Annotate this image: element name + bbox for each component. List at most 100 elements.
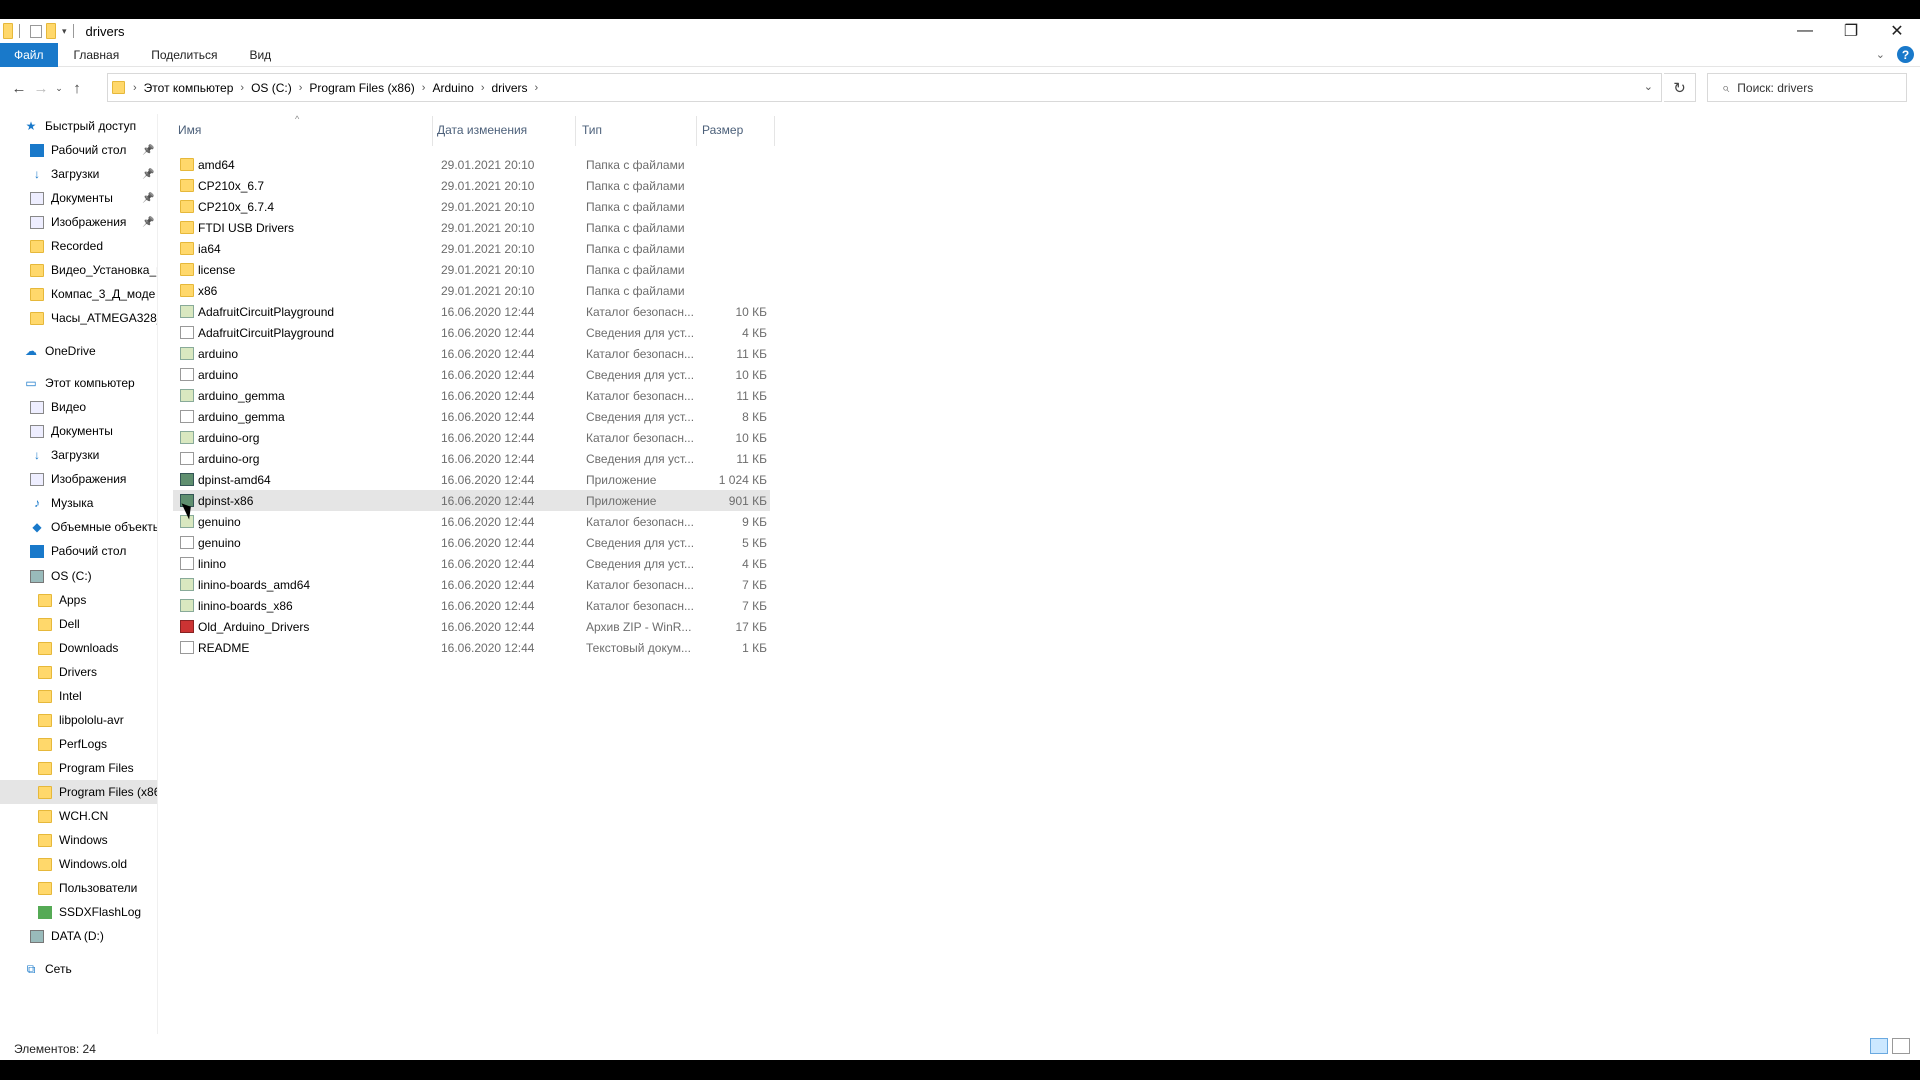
pane-divider[interactable] <box>157 114 158 1034</box>
recent-locations-button[interactable]: ⌄ <box>52 76 66 100</box>
file-row[interactable]: license 29.01.2021 20:10 Папка с файлами <box>173 259 770 280</box>
forward-button[interactable]: → <box>30 76 52 100</box>
nav-item[interactable]: Пользователи <box>0 876 157 900</box>
nav-item[interactable]: ♪ Музыка <box>0 491 157 515</box>
file-row[interactable]: linino-boards_amd64 16.06.2020 12:44 Катал… <box>173 574 770 595</box>
file-row[interactable]: README 16.06.2020 12:44 Текстовый докум...… <box>173 637 770 658</box>
chevron-right-icon[interactable]: › <box>297 82 305 94</box>
nav-item[interactable]: libpololu-avr <box>0 708 157 732</box>
details-view-icon[interactable] <box>1870 1038 1888 1054</box>
column-divider[interactable] <box>774 116 775 146</box>
close-button[interactable]: ✕ <box>1874 19 1920 43</box>
breadcrumb-os-c[interactable]: OS (C:) <box>246 81 297 95</box>
nav-item[interactable]: Рабочий стол 📌 <box>0 138 157 162</box>
file-row[interactable]: arduino-org 16.06.2020 12:44 Сведения для … <box>173 448 770 469</box>
breadcrumb-drivers[interactable]: drivers <box>487 81 533 95</box>
file-row[interactable]: x86 29.01.2021 20:10 Папка с файлами <box>173 280 770 301</box>
tab-file[interactable]: Файл <box>0 42 58 67</box>
nav-item[interactable]: OS (C:) <box>0 564 157 588</box>
breadcrumb-this-pc[interactable]: Этот компьютер <box>139 81 239 95</box>
nav-item[interactable]: Документы <box>0 419 157 443</box>
tab-view[interactable]: Вид <box>233 43 287 67</box>
nav-item[interactable]: ☁ OneDrive <box>0 339 157 363</box>
file-row[interactable]: AdafruitCircuitPlayground 16.06.2020 12:4… <box>173 301 770 322</box>
chevron-right-icon[interactable]: › <box>479 82 487 94</box>
nav-item[interactable]: DATA (D:) <box>0 924 157 948</box>
nav-item[interactable]: Windows <box>0 828 157 852</box>
file-row[interactable]: genuino 16.06.2020 12:44 Сведения для уст.… <box>173 532 770 553</box>
nav-item[interactable]: ↓ Загрузки <box>0 443 157 467</box>
nav-item[interactable]: PerfLogs <box>0 732 157 756</box>
file-row[interactable]: AdafruitCircuitPlayground 16.06.2020 12:4… <box>173 322 770 343</box>
expand-ribbon-icon[interactable]: ⌄ <box>1876 48 1885 61</box>
chevron-right-icon[interactable]: › <box>131 82 139 94</box>
column-header-name[interactable]: Имя <box>178 114 428 146</box>
nav-item[interactable]: ★ Быстрый доступ <box>0 114 157 138</box>
nav-item[interactable]: ↓ Загрузки 📌 <box>0 162 157 186</box>
nav-item[interactable]: Intel <box>0 684 157 708</box>
nav-item[interactable]: Изображения <box>0 467 157 491</box>
file-row[interactable]: amd64 29.01.2021 20:10 Папка с файлами <box>173 154 770 175</box>
file-row[interactable]: arduino-org 16.06.2020 12:44 Каталог безоп… <box>173 427 770 448</box>
nav-item[interactable]: Часы_ATMEGA328_ <box>0 306 157 330</box>
nav-item[interactable]: Downloads <box>0 636 157 660</box>
nav-item[interactable]: Видео <box>0 395 157 419</box>
column-divider[interactable] <box>575 116 576 146</box>
minimize-button[interactable]: — <box>1782 19 1828 43</box>
search-input[interactable] <box>1737 80 1888 95</box>
breadcrumb-arduino[interactable]: Arduino <box>427 81 478 95</box>
nav-item[interactable]: Видео_Установка_r <box>0 258 157 282</box>
nav-item[interactable]: Program Files (x86 <box>0 780 157 804</box>
chevron-right-icon[interactable]: › <box>533 82 541 94</box>
chevron-right-icon[interactable]: › <box>420 82 428 94</box>
nav-item[interactable]: Apps <box>0 588 157 612</box>
nav-item[interactable]: Изображения 📌 <box>0 210 157 234</box>
column-divider[interactable] <box>696 116 697 146</box>
new-folder-icon[interactable] <box>46 23 56 39</box>
nav-item[interactable]: Program Files <box>0 756 157 780</box>
file-row[interactable]: genuino 16.06.2020 12:44 Каталог безопасн.… <box>173 511 770 532</box>
help-icon[interactable]: ? <box>1897 46 1914 63</box>
file-row[interactable]: arduino_gemma 16.06.2020 12:44 Каталог без… <box>173 385 770 406</box>
column-header-type[interactable]: Тип <box>582 114 692 146</box>
nav-item[interactable]: WCH.CN <box>0 804 157 828</box>
nav-item[interactable]: ▭ Этот компьютер <box>0 371 157 395</box>
nav-item[interactable]: Рабочий стол <box>0 539 157 563</box>
file-row[interactable]: arduino 16.06.2020 12:44 Сведения для уст.… <box>173 364 770 385</box>
search-box[interactable]: ⌕ <box>1707 73 1907 102</box>
file-row[interactable]: arduino_gemma 16.06.2020 12:44 Сведения дл… <box>173 406 770 427</box>
file-row[interactable]: ia64 29.01.2021 20:10 Папка с файлами <box>173 238 770 259</box>
file-row[interactable]: arduino 16.06.2020 12:44 Каталог безопасн.… <box>173 343 770 364</box>
file-row[interactable]: CP210x_6.7.4 29.01.2021 20:10 Папка с файл… <box>173 196 770 217</box>
nav-item[interactable]: ⧉ Сеть <box>0 957 157 981</box>
file-row[interactable]: linino-boards_x86 16.06.2020 12:44 Каталог… <box>173 595 770 616</box>
column-divider[interactable] <box>432 116 433 146</box>
nav-item[interactable]: Dell <box>0 612 157 636</box>
file-row[interactable]: linino 16.06.2020 12:44 Сведения для уст..… <box>173 553 770 574</box>
properties-icon[interactable] <box>30 24 42 38</box>
nav-item[interactable]: Drivers <box>0 660 157 684</box>
nav-item[interactable]: SSDXFlashLog <box>0 900 157 924</box>
file-row[interactable]: dpinst-amd64 16.06.2020 12:44 Приложение 1 … <box>173 469 770 490</box>
nav-item[interactable]: Recorded <box>0 234 157 258</box>
tab-share[interactable]: Поделиться <box>135 43 233 67</box>
up-button[interactable]: ↑ <box>66 76 88 100</box>
nav-item[interactable]: Документы 📌 <box>0 186 157 210</box>
chevron-down-icon[interactable]: ⌄ <box>1644 80 1653 93</box>
customize-toolbar-icon[interactable]: ▾ <box>62 26 67 37</box>
large-icons-view-icon[interactable] <box>1892 1038 1910 1054</box>
refresh-button[interactable]: ↻ <box>1664 73 1696 102</box>
nav-item[interactable]: Windows.old <box>0 852 157 876</box>
back-button[interactable]: ← <box>8 76 30 100</box>
file-row[interactable]: CP210x_6.7 29.01.2021 20:10 Папка с файлам… <box>173 175 770 196</box>
file-row[interactable]: dpinst-x86 16.06.2020 12:44 Приложение 901 … <box>173 490 770 511</box>
nav-item[interactable]: ◆ Объемные объекты <box>0 515 157 539</box>
restore-button[interactable]: ❐ <box>1828 19 1874 43</box>
chevron-right-icon[interactable]: › <box>238 82 246 94</box>
address-bar[interactable]: › Этот компьютер › OS (C:) › Program Fil… <box>107 73 1662 102</box>
column-header-date[interactable]: Дата изменения <box>437 114 577 146</box>
file-row[interactable]: FTDI USB Drivers 29.01.2021 20:10 Папка с … <box>173 217 770 238</box>
nav-item[interactable]: Компас_3_Д_моде <box>0 282 157 306</box>
tab-home[interactable]: Главная <box>58 43 136 67</box>
column-header-size[interactable]: Размер <box>702 114 772 146</box>
